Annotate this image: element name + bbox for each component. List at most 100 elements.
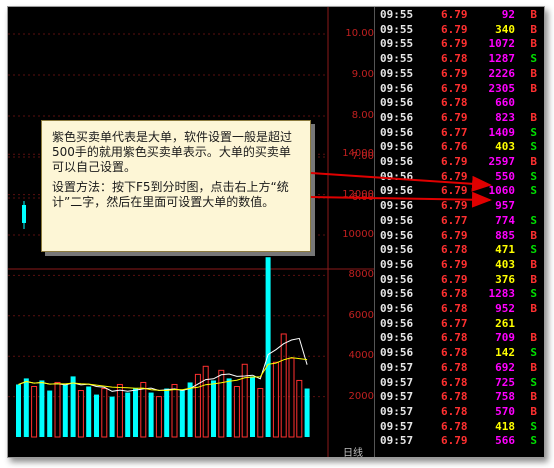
tick-volume: 660 — [495, 96, 515, 110]
tick-price: 6.78 — [441, 346, 468, 360]
tick-row: 09:56 6.79 2597 B — [375, 155, 544, 169]
tick-time: 09:56 — [380, 81, 414, 95]
volume-bar — [218, 369, 225, 438]
tick-side: S — [530, 243, 537, 257]
tick-time: 09:57 — [380, 434, 414, 448]
tick-price: 6.79 — [441, 22, 468, 36]
volume-axis-label: 8000 — [348, 269, 374, 281]
tick-row: 09:56 6.77 261 — [375, 316, 544, 331]
volume-bar — [125, 392, 131, 437]
tick-row: 09:55 6.79 340 B — [375, 22, 544, 37]
volume-bar — [233, 386, 240, 438]
tick-time: 09:56 — [380, 140, 414, 154]
tick-price: 6.77 — [441, 316, 468, 330]
tick-side: S — [530, 434, 537, 448]
tick-price: 6.78 — [441, 243, 468, 257]
tick-volume: 376 — [495, 272, 515, 286]
volume-bar — [16, 384, 21, 437]
tick-price: 6.79 — [441, 8, 468, 21]
tick-row: 09:57 6.79 566 S — [375, 434, 544, 448]
tick-time: 09:55 — [380, 22, 414, 36]
volume-bar — [62, 384, 68, 437]
tick-time: 09:57 — [380, 360, 414, 374]
tick-row: 09:56 6.77 774 S — [375, 213, 544, 228]
volume-bar — [296, 379, 303, 438]
tick-row: 09:56 6.78 1283 S — [375, 287, 544, 301]
tick-time: 09:56 — [380, 287, 414, 301]
tick-volume: 550 — [495, 169, 515, 183]
volume-bar — [77, 390, 84, 438]
tick-time: 09:56 — [380, 155, 414, 168]
tick-volume: 709 — [495, 331, 515, 345]
tick-price: 6.78 — [441, 287, 468, 301]
volume-bar — [241, 363, 248, 438]
tick-row: 09:57 6.78 725 S — [375, 375, 544, 390]
tick-volume: 1072 — [488, 37, 516, 51]
tick-row: 09:56 6.79 885 B — [375, 228, 544, 243]
daily-line-tab[interactable]: 日线 — [343, 444, 363, 457]
tick-side: B — [530, 66, 537, 80]
tick-price: 6.77 — [441, 213, 468, 227]
tick-volume: 340 — [495, 22, 515, 36]
tick-price: 6.79 — [441, 169, 468, 183]
tick-volume: 570 — [495, 404, 515, 418]
moving-average-lines — [18, 337, 308, 392]
tick-time: 09:57 — [380, 390, 414, 404]
tick-side: B — [530, 22, 537, 36]
volume-bar — [39, 380, 45, 437]
tick-volume: 92 — [501, 8, 515, 21]
volume-bar — [171, 383, 178, 438]
tick-price: 6.79 — [441, 81, 468, 95]
tick-row: 09:56 6.79 2305 B — [375, 81, 544, 96]
tick-side: B — [530, 404, 537, 418]
volume-bar — [54, 381, 61, 438]
tick-price: 6.79 — [441, 272, 468, 286]
tick-list[interactable]: 09:55 6.79 92 B 09:55 6.79 340 B 09:55 6.79 1072 B 0… — [374, 7, 544, 457]
tick-row: 09:57 6.78 570 B — [375, 404, 544, 419]
volume-axis-label: 2000 — [348, 390, 374, 402]
tick-price: 6.79 — [441, 257, 468, 271]
tick-price: 6.78 — [441, 404, 468, 418]
volume-bar — [148, 392, 154, 437]
tick-row: 09:55 6.79 2226 B — [375, 66, 544, 81]
volume-bar — [202, 365, 209, 438]
tick-side: B — [530, 390, 537, 404]
tick-volume: 261 — [495, 316, 515, 330]
tick-row: 09:56 6.79 550 S — [375, 169, 544, 184]
tick-price: 6.78 — [441, 302, 468, 315]
tick-volume: 566 — [495, 434, 515, 448]
tick-side: B — [530, 331, 537, 345]
tick-volume: 418 — [495, 419, 515, 433]
volume-bar — [272, 361, 279, 438]
tick-row: 09:56 6.78 471 S — [375, 243, 544, 257]
tick-row: 09:56 6.79 1060 S — [375, 184, 544, 198]
tick-volume: 1409 — [488, 125, 516, 139]
tick-time: 09:55 — [380, 66, 414, 80]
tick-price: 6.79 — [441, 110, 468, 124]
volume-bar — [101, 388, 108, 438]
tick-volume: 823 — [495, 110, 515, 124]
tick-price: 6.77 — [441, 125, 468, 139]
tick-side: S — [530, 52, 537, 66]
volume-bar — [304, 388, 310, 437]
tick-row: 09:57 6.78 692 B — [375, 360, 544, 375]
tick-volume: 142 — [495, 346, 515, 360]
tick-side: B — [530, 8, 537, 21]
volume-bar — [109, 396, 115, 437]
volume-bar — [288, 357, 295, 438]
price-axis-label: 10.00 — [345, 28, 374, 39]
tick-price: 6.78 — [441, 331, 468, 345]
tick-time: 09:56 — [380, 228, 414, 242]
tick-time: 09:55 — [380, 37, 414, 51]
tick-row: 09:56 6.79 376 B — [375, 272, 544, 287]
callout-paragraph: 紫色买卖单代表是大单，软件设置一般是超过500手的就用紫色买卖单表示。大单的买卖… — [52, 130, 293, 174]
tick-volume: 885 — [495, 228, 515, 242]
price-axis-label: 9.00 — [351, 69, 374, 80]
tick-volume: 1283 — [488, 287, 516, 301]
tick-side: B — [530, 228, 537, 242]
volume-axis-label: 6000 — [348, 309, 374, 321]
tick-row: 09:56 6.79 957 — [375, 199, 544, 213]
tick-row: 09:56 6.78 142 S — [375, 346, 544, 360]
tick-price: 6.78 — [441, 375, 468, 389]
callout-paragraph: 设置方法：按下F5到分时图，点击右上方“统计”二字，然后在里面可设置大单的数值。 — [52, 180, 289, 209]
